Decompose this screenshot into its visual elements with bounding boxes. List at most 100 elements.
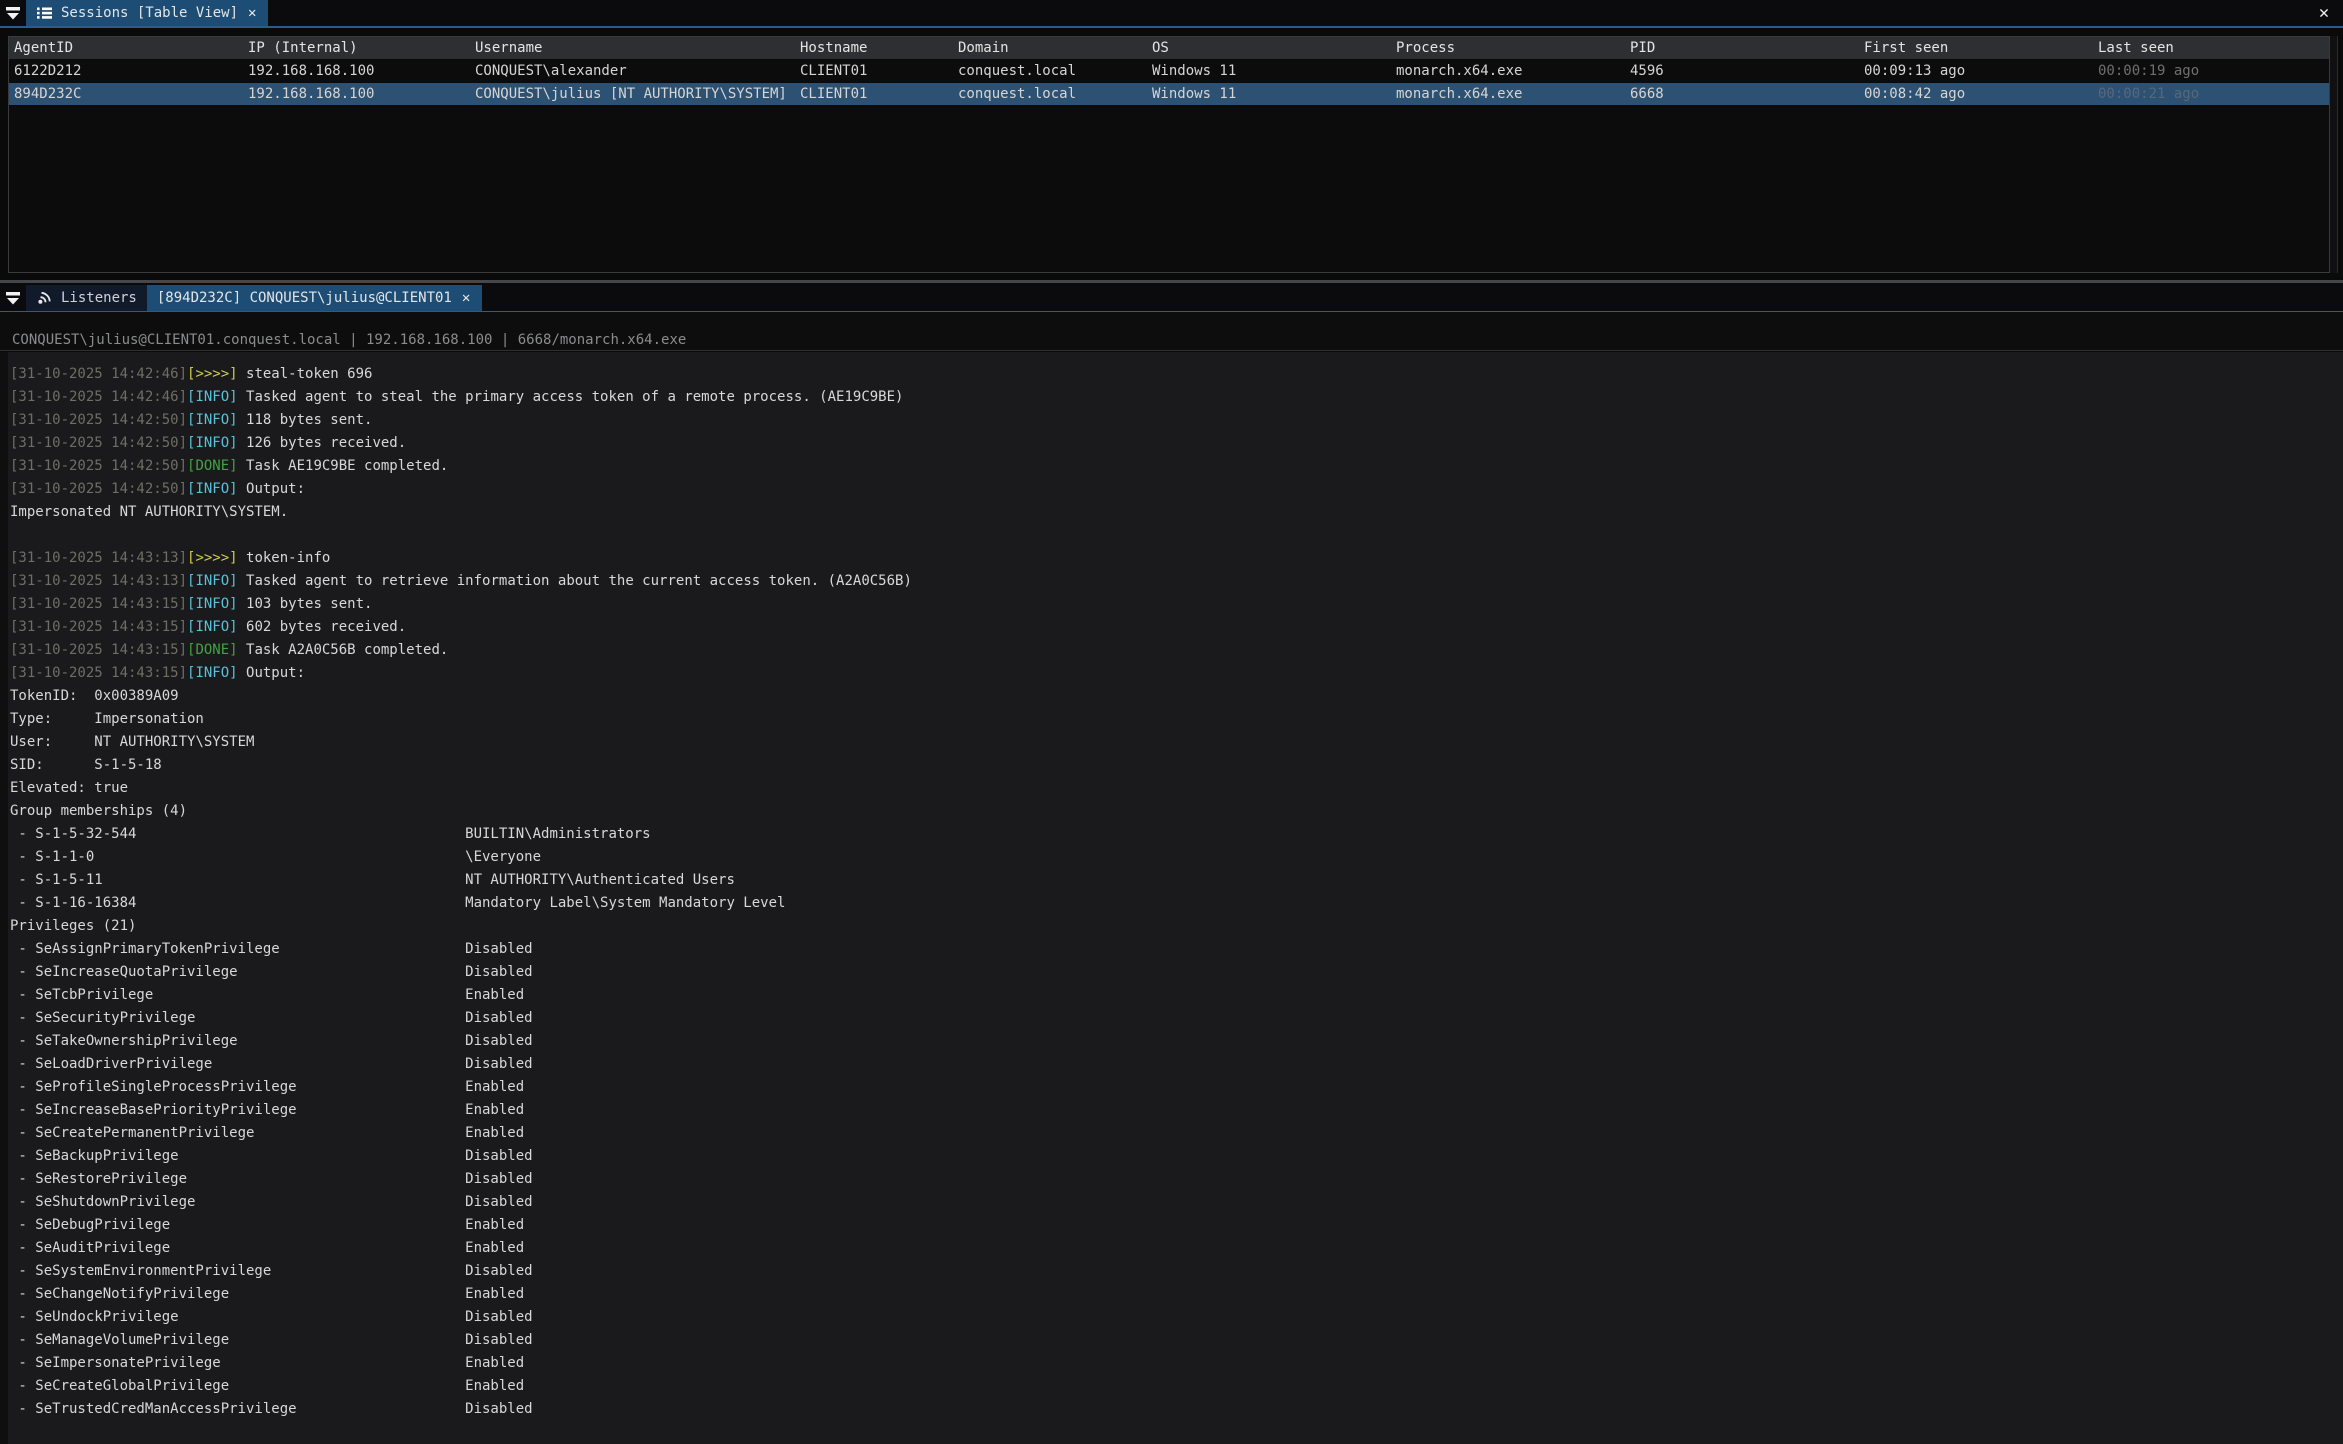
terminal-line: [31-10-2025 14:42:46][INFO] Tasked agent… xyxy=(10,386,912,409)
session-cell: 00:00:21 ago xyxy=(2093,86,2329,102)
terminal-line: [31-10-2025 14:42:50][DONE] Task AE19C9B… xyxy=(10,455,912,478)
terminal-line: - SeIncreaseQuotaPrivilege Disabled xyxy=(10,961,912,984)
terminal-line: [31-10-2025 14:43:15][INFO] 602 bytes re… xyxy=(10,616,912,639)
terminal-line: [31-10-2025 14:42:46][>>>>] steal-token … xyxy=(10,363,912,386)
terminal-line: - SeImpersonatePrivilege Enabled xyxy=(10,1352,912,1375)
session-cell: Windows 11 xyxy=(1147,63,1391,79)
terminal-line: - SeProfileSingleProcessPrivilege Enable… xyxy=(10,1076,912,1099)
terminal-line: [31-10-2025 14:42:50][INFO] 118 bytes se… xyxy=(10,409,912,432)
session-cell: monarch.x64.exe xyxy=(1391,86,1625,102)
tab-listeners[interactable]: Listeners xyxy=(26,285,147,311)
terminal-line: - SeAuditPrivilege Enabled xyxy=(10,1237,912,1260)
sessions-table-body: 6122D212192.168.168.100CONQUEST\alexande… xyxy=(9,60,2329,106)
column-header[interactable]: Hostname xyxy=(795,40,953,56)
session-cell: 4596 xyxy=(1625,63,1859,79)
terminal-line: - SeTcbPrivilege Enabled xyxy=(10,984,912,1007)
filter-icon xyxy=(4,289,22,307)
session-cell: CONQUEST\julius [NT AUTHORITY\SYSTEM] xyxy=(470,86,795,102)
terminal-line: - S-1-1-0 \Everyone xyxy=(10,846,912,869)
session-cell: monarch.x64.exe xyxy=(1391,63,1625,79)
console-meta-bar: CONQUEST\julius@CLIENT01.conquest.local … xyxy=(0,312,2343,351)
column-header[interactable]: OS xyxy=(1147,40,1391,56)
terminal-line xyxy=(10,524,912,547)
filter-menu-button[interactable] xyxy=(0,0,26,26)
session-row[interactable]: 894D232C192.168.168.100CONQUEST\julius [… xyxy=(9,83,2329,106)
tab-session-close-icon[interactable]: ✕ xyxy=(460,290,472,306)
terminal-line: - SeSecurityPrivilege Disabled xyxy=(10,1007,912,1030)
terminal-line: - S-1-5-32-544 BUILTIN\Administrators xyxy=(10,823,912,846)
terminal-line: - SeRestorePrivilege Disabled xyxy=(10,1168,912,1191)
session-cell: conquest.local xyxy=(953,63,1147,79)
terminal-line: - SeChangeNotifyPrivilege Enabled xyxy=(10,1283,912,1306)
terminal-line: TokenID: 0x00389A09 xyxy=(10,685,912,708)
session-status-line: CONQUEST\julius@CLIENT01.conquest.local … xyxy=(12,332,686,348)
terminal-line: Elevated: true xyxy=(10,777,912,800)
column-header[interactable]: Username xyxy=(470,40,795,56)
sessions-table-header: AgentIDIP (Internal)UsernameHostnameDoma… xyxy=(9,37,2329,60)
session-cell: 00:00:19 ago xyxy=(2093,63,2329,79)
tab-session-label: [894D232C] CONQUEST\julius@CLIENT01 xyxy=(157,290,452,306)
terminal-line: [31-10-2025 14:42:50][INFO] Output: xyxy=(10,478,912,501)
terminal-line: SID: S-1-5-18 xyxy=(10,754,912,777)
terminal-line: - SeTrustedCredManAccessPrivilege Disabl… xyxy=(10,1398,912,1421)
terminal-line: [31-10-2025 14:42:50][INFO] 126 bytes re… xyxy=(10,432,912,455)
terminal-line: - SeBackupPrivilege Disabled xyxy=(10,1145,912,1168)
tab-sessions-close-icon[interactable]: ✕ xyxy=(246,5,258,21)
filter-icon xyxy=(4,4,22,22)
terminal-line: - S-1-16-16384 Mandatory Label\System Ma… xyxy=(10,892,912,915)
column-header[interactable]: Process xyxy=(1391,40,1625,56)
terminal-line: [31-10-2025 14:43:13][INFO] Tasked agent… xyxy=(10,570,912,593)
session-cell: 00:08:42 ago xyxy=(1859,86,2093,102)
terminal-scrollbar-gutter[interactable] xyxy=(0,352,8,1444)
session-cell: CONQUEST\alexander xyxy=(470,63,795,79)
terminal-line: Privileges (21) xyxy=(10,915,912,938)
terminal-line: - SeIncreaseBasePriorityPrivilege Enable… xyxy=(10,1099,912,1122)
terminal-line: [31-10-2025 14:43:15][INFO] Output: xyxy=(10,662,912,685)
session-row[interactable]: 6122D212192.168.168.100CONQUEST\alexande… xyxy=(9,60,2329,83)
terminal-line: - S-1-5-11 NT AUTHORITY\Authenticated Us… xyxy=(10,869,912,892)
session-cell: 00:09:13 ago xyxy=(1859,63,2093,79)
terminal-line: - SeCreatePermanentPrivilege Enabled xyxy=(10,1122,912,1145)
terminal-line: [31-10-2025 14:43:15][DONE] Task A2A0C56… xyxy=(10,639,912,662)
session-cell: CLIENT01 xyxy=(795,63,953,79)
terminal-line: - SeDebugPrivilege Enabled xyxy=(10,1214,912,1237)
terminal-line: - SeLoadDriverPrivilege Disabled xyxy=(10,1053,912,1076)
terminal-output: [31-10-2025 14:42:46][>>>>] steal-token … xyxy=(10,363,912,1421)
session-cell: 6668 xyxy=(1625,86,1859,102)
terminal-line: [31-10-2025 14:43:13][>>>>] token-info xyxy=(10,547,912,570)
session-cell: Windows 11 xyxy=(1147,86,1391,102)
table-list-icon xyxy=(36,5,53,21)
column-header[interactable]: First seen xyxy=(1859,40,2093,56)
terminal-line: - SeManageVolumePrivilege Disabled xyxy=(10,1329,912,1352)
column-header[interactable]: PID xyxy=(1625,40,1859,56)
listener-broadcast-icon xyxy=(36,290,53,306)
column-header[interactable]: AgentID xyxy=(9,40,243,56)
terminal-line: - SeUndockPrivilege Disabled xyxy=(10,1306,912,1329)
column-header[interactable]: Last seen xyxy=(2093,40,2329,56)
window-close-icon[interactable]: ✕ xyxy=(2311,1,2337,25)
tab-sessions-label: Sessions [Table View] xyxy=(61,5,238,21)
terminal-line: - SeCreateGlobalPrivilege Enabled xyxy=(10,1375,912,1398)
terminal-line: Group memberships (4) xyxy=(10,800,912,823)
tab-session-console[interactable]: [894D232C] CONQUEST\julius@CLIENT01 ✕ xyxy=(147,285,482,311)
terminal-line: Impersonated NT AUTHORITY\SYSTEM. xyxy=(10,501,912,524)
terminal-line: - SeShutdownPrivilege Disabled xyxy=(10,1191,912,1214)
column-header[interactable]: IP (Internal) xyxy=(243,40,470,56)
session-cell: CLIENT01 xyxy=(795,86,953,102)
tab-listeners-label: Listeners xyxy=(61,290,137,306)
console-terminal[interactable]: [31-10-2025 14:42:46][>>>>] steal-token … xyxy=(0,352,2343,1444)
sessions-scrollbar[interactable] xyxy=(2330,36,2338,273)
session-cell: 192.168.168.100 xyxy=(243,63,470,79)
sessions-table: AgentIDIP (Internal)UsernameHostnameDoma… xyxy=(8,36,2330,273)
panel-splitter[interactable] xyxy=(0,280,2343,283)
filter-menu-button-bottom[interactable] xyxy=(0,285,26,311)
terminal-line: - SeTakeOwnershipPrivilege Disabled xyxy=(10,1030,912,1053)
terminal-line: Type: Impersonation xyxy=(10,708,912,731)
terminal-line: - SeAssignPrimaryTokenPrivilege Disabled xyxy=(10,938,912,961)
tab-sessions-table-view[interactable]: Sessions [Table View] ✕ xyxy=(26,0,268,26)
column-header[interactable]: Domain xyxy=(953,40,1147,56)
session-cell: 894D232C xyxy=(9,86,243,102)
sessions-tabbar: Sessions [Table View] ✕ ✕ xyxy=(0,0,2343,28)
console-tabbar: Listeners [894D232C] CONQUEST\julius@CLI… xyxy=(0,285,2343,313)
session-cell: conquest.local xyxy=(953,86,1147,102)
